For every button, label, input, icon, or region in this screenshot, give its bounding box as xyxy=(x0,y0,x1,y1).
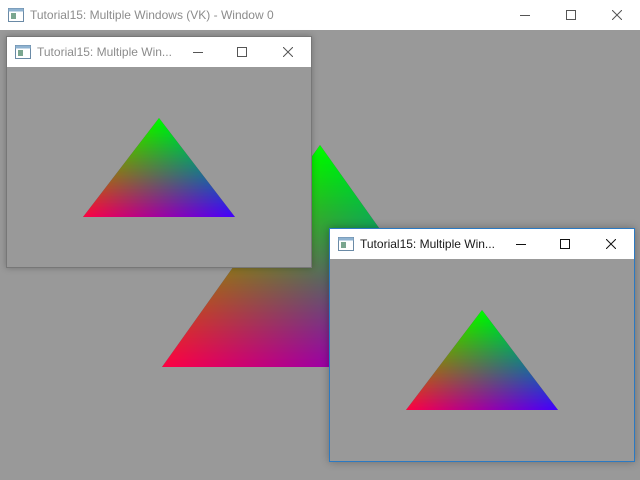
minimize-icon xyxy=(516,244,526,245)
child-window-2-titlebar[interactable]: Tutorial15: Multiple Win... xyxy=(330,229,634,259)
close-icon xyxy=(612,10,622,20)
close-button[interactable] xyxy=(588,229,634,259)
child-window-2-client-area xyxy=(330,259,634,461)
maximize-icon xyxy=(566,10,576,20)
maximize-button[interactable] xyxy=(542,229,588,259)
child-window-2[interactable]: Tutorial15: Multiple Win... xyxy=(329,228,635,462)
maximize-icon xyxy=(560,239,570,249)
minimize-icon xyxy=(193,52,203,53)
child-window-1[interactable]: Tutorial15: Multiple Win... xyxy=(6,36,312,268)
close-button[interactable] xyxy=(594,0,640,30)
child-window-2-title: Tutorial15: Multiple Win... xyxy=(360,237,495,251)
rendered-triangle xyxy=(406,310,558,410)
minimize-button[interactable] xyxy=(175,37,221,67)
minimize-button[interactable] xyxy=(502,0,548,30)
close-button[interactable] xyxy=(265,37,311,67)
child-window-1-title: Tutorial15: Multiple Win... xyxy=(37,45,172,59)
app-window-icon xyxy=(338,237,354,251)
minimize-icon xyxy=(520,15,530,16)
maximize-button[interactable] xyxy=(219,37,265,67)
close-icon xyxy=(283,47,293,57)
main-window-title: Tutorial15: Multiple Windows (VK) - Wind… xyxy=(30,8,274,22)
child-window-1-titlebar[interactable]: Tutorial15: Multiple Win... xyxy=(7,37,311,67)
maximize-icon xyxy=(237,47,247,57)
maximize-button[interactable] xyxy=(548,0,594,30)
rendered-triangle xyxy=(83,118,235,217)
app-window-icon xyxy=(15,45,31,59)
close-icon xyxy=(606,239,616,249)
app-window-icon xyxy=(8,8,24,22)
main-window-titlebar[interactable]: Tutorial15: Multiple Windows (VK) - Wind… xyxy=(0,0,640,30)
child-window-1-client-area xyxy=(7,67,311,267)
minimize-button[interactable] xyxy=(498,229,544,259)
